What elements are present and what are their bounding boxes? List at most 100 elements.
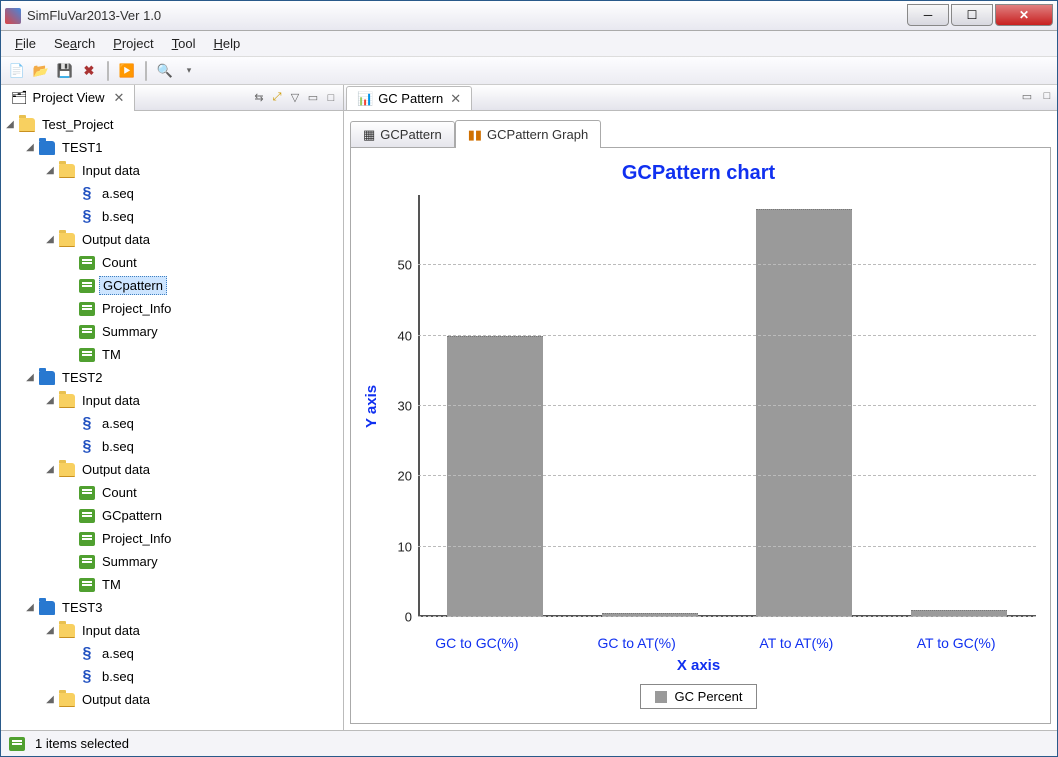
minimize-editor-icon[interactable]: ▭ <box>1019 90 1035 106</box>
tree-output-item[interactable]: Count <box>5 251 339 274</box>
tree-input-TEST3[interactable]: ◢Input data <box>5 619 339 642</box>
x-tick: AT to GC(%) <box>876 635 1036 651</box>
tree-input-TEST1[interactable]: ◢Input data <box>5 159 339 182</box>
tree-input-TEST2[interactable]: ◢Input data <box>5 389 339 412</box>
y-tick: 40 <box>398 328 412 343</box>
save-icon[interactable]: 💾 <box>55 61 75 81</box>
file-icon <box>79 509 95 523</box>
tree-output-item[interactable]: Project_Info <box>5 527 339 550</box>
link-icon[interactable]: ⤢ <box>269 90 285 106</box>
tree-output-item[interactable]: TM <box>5 573 339 596</box>
file-icon <box>79 348 95 362</box>
table-icon: ▦ <box>363 127 375 143</box>
expand-icon[interactable]: ◢ <box>45 395 55 406</box>
tree-output-item[interactable]: Project_Info <box>5 297 339 320</box>
x-axis-label: X axis <box>361 657 1036 674</box>
tree-label: Count <box>99 254 140 271</box>
menu-project[interactable]: Project <box>105 33 161 54</box>
expand-icon[interactable]: ◢ <box>25 142 35 153</box>
expand-icon[interactable]: ◢ <box>45 464 55 475</box>
tree-output-item[interactable]: TM <box>5 343 339 366</box>
tree-seq[interactable]: a.seq <box>5 642 339 665</box>
minimize-button[interactable]: ─ <box>907 4 949 26</box>
tree-label: Project_Info <box>99 530 174 547</box>
folder-icon <box>39 141 55 155</box>
tree-output-item[interactable]: Summary <box>5 550 339 573</box>
close-button[interactable]: ✕ <box>995 4 1053 26</box>
new-icon[interactable]: 📄 <box>7 61 27 81</box>
tree-label: TEST3 <box>59 599 105 616</box>
folder-icon <box>59 693 75 707</box>
file-icon <box>79 486 95 500</box>
editor-tab-gc-pattern[interactable]: 📊 GC Pattern ✕ <box>346 86 472 110</box>
file-icon <box>79 302 95 316</box>
expand-icon[interactable]: ◢ <box>45 625 55 636</box>
minimize-pane-icon[interactable]: ▭ <box>305 90 321 106</box>
menu-file[interactable]: File <box>7 33 44 54</box>
delete-icon[interactable]: ✖ <box>79 61 99 81</box>
tree-output-item[interactable]: Summary <box>5 320 339 343</box>
file-icon <box>79 578 95 592</box>
tree-seq[interactable]: b.seq <box>5 435 339 458</box>
chart-legend: GC Percent <box>640 684 758 709</box>
file-icon <box>79 279 95 293</box>
maximize-editor-icon[interactable]: □ <box>1039 90 1055 106</box>
expand-icon[interactable]: ◢ <box>25 602 35 613</box>
search-icon[interactable]: 🔍 <box>155 61 175 81</box>
expand-icon[interactable]: ◢ <box>5 119 15 130</box>
dna-icon <box>79 646 95 662</box>
menu-search[interactable]: Search <box>46 33 103 54</box>
project-view-tab[interactable]: 🗂 Project View ✕ <box>1 85 135 111</box>
tree-output-item[interactable]: GCpattern <box>5 504 339 527</box>
open-icon[interactable]: 📂 <box>31 61 51 81</box>
tree-root[interactable]: ◢Test_Project <box>5 113 339 136</box>
bar-column <box>727 195 882 617</box>
close-icon[interactable]: ✕ <box>114 90 125 106</box>
separator <box>145 61 147 81</box>
x-tick: AT to AT(%) <box>717 635 877 651</box>
y-tick: 30 <box>398 399 412 414</box>
maximize-pane-icon[interactable]: □ <box>323 90 339 106</box>
tree-seq[interactable]: b.seq <box>5 665 339 688</box>
tree-label: Output data <box>79 461 153 478</box>
dropdown-icon[interactable]: ▾ <box>179 61 199 81</box>
tree-seq[interactable]: a.seq <box>5 412 339 435</box>
expand-icon[interactable]: ◢ <box>25 372 35 383</box>
dna-icon <box>79 186 95 202</box>
tree-label: GCpattern <box>99 276 167 295</box>
tree-output-TEST1[interactable]: ◢ Output data <box>5 228 339 251</box>
tree-label: TM <box>99 346 124 363</box>
dna-icon <box>79 416 95 432</box>
maximize-button[interactable]: ☐ <box>951 4 993 26</box>
app-icon <box>5 8 21 24</box>
collapse-icon[interactable]: ⇆ <box>251 90 267 106</box>
tree-label: Output data <box>79 231 153 248</box>
tree-seq[interactable]: b.seq <box>5 205 339 228</box>
tree-folder-TEST1[interactable]: ◢ TEST1 <box>5 136 339 159</box>
menu-tool[interactable]: Tool <box>164 33 204 54</box>
run-icon[interactable]: ▶️ <box>117 61 137 81</box>
close-icon[interactable]: ✕ <box>450 91 461 107</box>
menu-help[interactable]: Help <box>206 33 249 54</box>
tree-output-TEST3[interactable]: ◢Output data <box>5 688 339 711</box>
legend-label: GC Percent <box>675 689 743 704</box>
expand-icon[interactable]: ◢ <box>45 165 55 176</box>
file-icon <box>79 532 95 546</box>
project-view-label: Project View <box>33 90 105 105</box>
tree-label: TEST1 <box>59 139 105 156</box>
view-menu-icon[interactable]: ▽ <box>287 90 303 106</box>
folder-icon <box>59 624 75 638</box>
tree-label: TM <box>99 576 124 593</box>
tree-output-item[interactable]: GCpattern <box>5 274 339 297</box>
inner-tab-graph[interactable]: ▮▮ GCPattern Graph <box>455 120 601 148</box>
tree-label: Summary <box>99 323 161 340</box>
inner-tab-table[interactable]: ▦ GCPattern <box>350 121 455 147</box>
tree-folder-TEST2[interactable]: ◢TEST2 <box>5 366 339 389</box>
tree-seq[interactable]: a.seq <box>5 182 339 205</box>
dna-icon <box>79 209 95 225</box>
tree-output-TEST2[interactable]: ◢ Output data <box>5 458 339 481</box>
expand-icon[interactable]: ◢ <box>45 694 55 705</box>
expand-icon[interactable]: ◢ <box>45 234 55 245</box>
tree-folder-TEST3[interactable]: ◢ TEST3 <box>5 596 339 619</box>
tree-output-item[interactable]: Count <box>5 481 339 504</box>
